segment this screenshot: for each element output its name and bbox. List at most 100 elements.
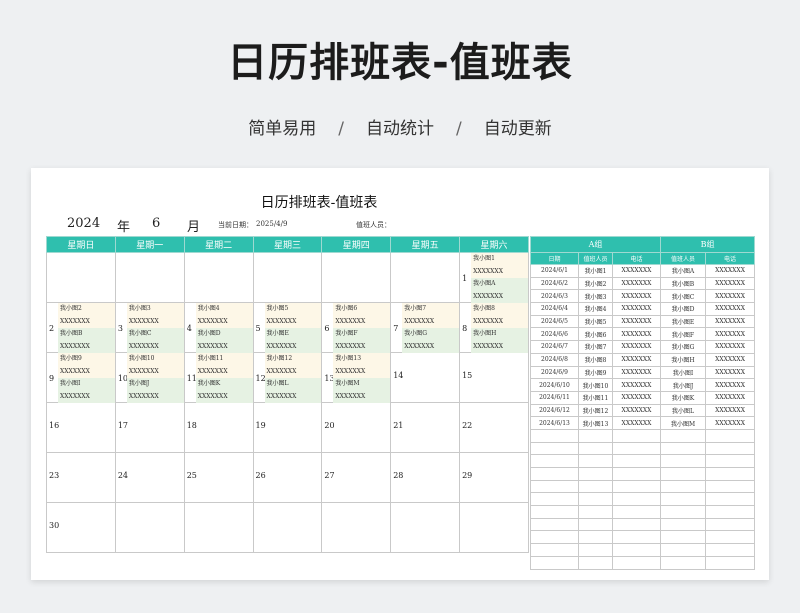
roster-cell[interactable]: XXXXXXX <box>705 289 756 304</box>
calendar-day-cell[interactable]: 17 <box>114 402 185 453</box>
roster-cell[interactable] <box>660 517 707 532</box>
calendar-day-cell[interactable] <box>114 502 185 553</box>
roster-cell[interactable]: 我小图6 <box>578 327 613 342</box>
roster-cell[interactable] <box>578 441 613 456</box>
roster-cell[interactable]: 我小图L <box>660 403 707 418</box>
roster-cell[interactable]: 2024/6/8 <box>530 352 579 367</box>
roster-cell[interactable]: 我小图E <box>660 314 707 329</box>
roster-cell[interactable] <box>705 517 756 532</box>
calendar-day-cell[interactable]: 6 我小图6 XXXXXXX 我小图F XXXXXXX <box>321 302 392 353</box>
roster-cell[interactable]: XXXXXXX <box>705 327 756 342</box>
roster-cell[interactable]: XXXXXXX <box>611 314 662 329</box>
roster-cell[interactable] <box>530 492 579 507</box>
year-value[interactable]: 2024 <box>67 216 100 231</box>
roster-cell[interactable] <box>530 530 579 545</box>
calendar-day-cell[interactable]: 26 <box>252 452 323 503</box>
roster-cell[interactable]: 我小图G <box>660 340 707 354</box>
roster-cell[interactable] <box>660 530 707 545</box>
roster-cell[interactable] <box>530 428 579 443</box>
roster-cell[interactable]: XXXXXXX <box>705 365 756 380</box>
calendar-day-cell[interactable] <box>46 252 116 303</box>
roster-cell[interactable] <box>530 543 579 557</box>
roster-cell[interactable] <box>578 517 613 532</box>
calendar-day-cell[interactable]: 19 <box>252 402 323 453</box>
roster-cell[interactable]: 我小图I <box>660 365 707 380</box>
calendar-day-cell[interactable]: 20 <box>321 402 392 453</box>
roster-cell[interactable] <box>611 555 662 570</box>
roster-cell[interactable] <box>578 555 613 570</box>
calendar-day-cell[interactable] <box>459 502 529 553</box>
calendar-day-cell[interactable]: 5 我小图5 XXXXXXX 我小图E XXXXXXX <box>252 302 323 353</box>
roster-cell[interactable]: 2024/6/2 <box>530 276 579 291</box>
roster-cell[interactable]: XXXXXXX <box>611 352 662 367</box>
roster-cell[interactable] <box>705 530 756 545</box>
calendar-day-cell[interactable]: 11 我小图11 XXXXXXX 我小图K XXXXXXX <box>183 352 254 403</box>
roster-cell[interactable] <box>705 441 756 456</box>
roster-cell[interactable] <box>660 543 707 557</box>
roster-cell[interactable]: XXXXXXX <box>705 302 756 316</box>
roster-cell[interactable] <box>660 454 707 468</box>
calendar-day-cell[interactable]: 12 我小图12 XXXXXXX 我小图L XXXXXXX <box>252 352 323 403</box>
roster-cell[interactable]: 我小图H <box>660 352 707 367</box>
roster-cell[interactable] <box>611 517 662 532</box>
calendar-day-cell[interactable] <box>321 502 392 553</box>
roster-cell[interactable]: 我小图F <box>660 327 707 342</box>
roster-cell[interactable]: 我小图8 <box>578 352 613 367</box>
roster-cell[interactable] <box>578 505 613 519</box>
roster-cell[interactable]: XXXXXXX <box>611 403 662 418</box>
roster-cell[interactable]: XXXXXXX <box>611 390 662 405</box>
roster-cell[interactable]: 2024/6/12 <box>530 403 579 418</box>
roster-cell[interactable] <box>705 479 756 494</box>
roster-cell[interactable] <box>530 505 579 519</box>
roster-cell[interactable]: XXXXXXX <box>611 378 662 392</box>
roster-cell[interactable] <box>611 543 662 557</box>
roster-cell[interactable]: XXXXXXX <box>611 365 662 380</box>
calendar-day-cell[interactable]: 3 我小图3 XXXXXXX 我小图C XXXXXXX <box>114 302 185 353</box>
calendar-day-cell[interactable]: 9 我小图9 XXXXXXX 我小图I XXXXXXX <box>46 352 116 403</box>
roster-cell[interactable]: 我小图J <box>660 378 707 392</box>
roster-cell[interactable]: XXXXXXX <box>705 416 756 430</box>
roster-cell[interactable]: 我小图C <box>660 289 707 304</box>
roster-cell[interactable] <box>660 555 707 570</box>
roster-cell[interactable] <box>578 467 613 481</box>
roster-cell[interactable] <box>660 505 707 519</box>
roster-cell[interactable]: 2024/6/3 <box>530 289 579 304</box>
roster-cell[interactable] <box>578 479 613 494</box>
calendar-day-cell[interactable] <box>390 502 461 553</box>
month-value[interactable]: 6 <box>152 216 160 231</box>
roster-cell[interactable]: 我小图2 <box>578 276 613 291</box>
roster-cell[interactable]: XXXXXXX <box>611 340 662 354</box>
roster-cell[interactable]: XXXXXXX <box>705 378 756 392</box>
calendar-day-cell[interactable]: 8 我小图8 XXXXXXX 我小图H XXXXXXX <box>459 302 529 353</box>
roster-cell[interactable] <box>578 530 613 545</box>
roster-cell[interactable] <box>611 441 662 456</box>
roster-cell[interactable]: XXXXXXX <box>705 352 756 367</box>
roster-cell[interactable]: XXXXXXX <box>705 314 756 329</box>
roster-cell[interactable]: 我小图11 <box>578 390 613 405</box>
calendar-day-cell[interactable]: 2 我小图2 XXXXXXX 我小图B XXXXXXX <box>46 302 116 353</box>
roster-cell[interactable]: 我小图13 <box>578 416 613 430</box>
roster-cell[interactable]: XXXXXXX <box>611 416 662 430</box>
calendar-day-cell[interactable]: 1 我小图1 XXXXXXX 我小图A XXXXXXX <box>459 252 529 303</box>
roster-cell[interactable] <box>530 479 579 494</box>
calendar-day-cell[interactable]: 18 <box>183 402 254 453</box>
roster-cell[interactable]: 我小图5 <box>578 314 613 329</box>
roster-cell[interactable]: XXXXXXX <box>611 289 662 304</box>
roster-cell[interactable] <box>705 428 756 443</box>
roster-cell[interactable]: 2024/6/5 <box>530 314 579 329</box>
roster-cell[interactable]: XXXXXXX <box>705 390 756 405</box>
roster-cell[interactable] <box>611 492 662 507</box>
roster-cell[interactable]: 我小图10 <box>578 378 613 392</box>
roster-cell[interactable]: XXXXXXX <box>705 276 756 291</box>
roster-cell[interactable] <box>611 530 662 545</box>
roster-cell[interactable] <box>611 428 662 443</box>
roster-cell[interactable]: 2024/6/10 <box>530 378 579 392</box>
calendar-day-cell[interactable]: 28 <box>390 452 461 503</box>
roster-cell[interactable]: 我小图7 <box>578 340 613 354</box>
calendar-day-cell[interactable]: 14 <box>390 352 461 403</box>
roster-cell[interactable] <box>660 467 707 481</box>
calendar-day-cell[interactable]: 23 <box>46 452 116 503</box>
calendar-day-cell[interactable] <box>321 252 392 303</box>
calendar-day-cell[interactable] <box>183 252 254 303</box>
calendar-day-cell[interactable]: 25 <box>183 452 254 503</box>
